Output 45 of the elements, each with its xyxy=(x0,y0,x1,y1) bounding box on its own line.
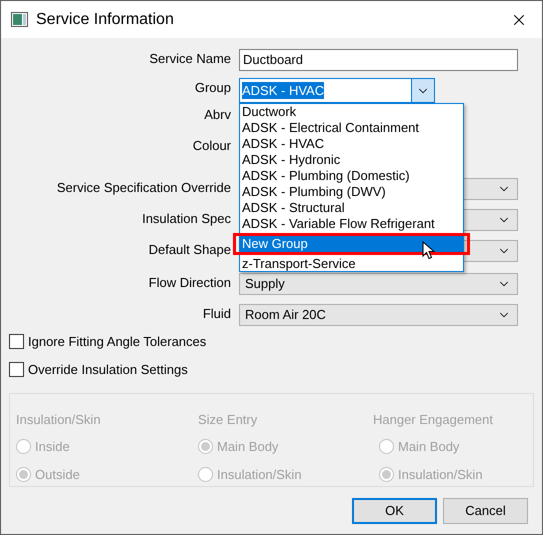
field-label: Fluid xyxy=(202,305,231,323)
radio-label: Main Body xyxy=(398,438,460,456)
field-label: Service Specification Override xyxy=(56,179,231,197)
group-title: Size Entry xyxy=(198,411,258,429)
field-value: Room Air 20C xyxy=(245,306,326,324)
field-label: Service Name xyxy=(149,50,231,68)
checkbox[interactable] xyxy=(9,334,24,350)
checkbox[interactable] xyxy=(9,362,24,377)
field-label: Colour xyxy=(192,137,231,155)
window-title: Service Information xyxy=(36,10,174,30)
radio-label: Main Body xyxy=(217,438,278,456)
dialog-button[interactable]: OK xyxy=(352,498,437,524)
field-label: Group xyxy=(194,79,231,97)
field-label: Insulation Spec xyxy=(142,210,231,228)
selected-value: ADSK - HVAC xyxy=(242,82,324,99)
radio-label: Outside xyxy=(35,466,80,484)
radio-label: Insulation/Skin xyxy=(398,466,483,484)
text-field[interactable]: Ductboard xyxy=(239,49,518,71)
field-value: Ductboard xyxy=(243,51,303,70)
group-title: Insulation/Skin xyxy=(16,411,102,429)
dropdown-item[interactable]: Ductwork xyxy=(240,104,463,120)
dropdown-item[interactable]: ADSK - Structural xyxy=(240,200,463,216)
field-value: Supply xyxy=(245,275,285,294)
field-label: Abrv xyxy=(204,106,231,124)
dropdown-field[interactable]: Supply xyxy=(239,273,518,295)
cursor-icon xyxy=(422,241,435,260)
field-label: Flow Direction xyxy=(148,274,231,292)
dropdown-item[interactable]: ADSK - Plumbing (DWV) xyxy=(240,184,463,200)
dropdown-item[interactable]: ADSK - Variable Flow Refrigerant xyxy=(240,216,463,232)
window-icon xyxy=(11,12,28,27)
radio-label: Inside xyxy=(35,438,70,456)
dropdown-item[interactable]: ADSK - Electrical Containment xyxy=(240,120,463,136)
dropdown-item[interactable]: z-Transport-Service xyxy=(240,256,463,271)
dropdown-field[interactable]: Room Air 20C xyxy=(239,304,518,326)
group-dropdown[interactable]: ADSK - HVAC xyxy=(239,78,435,103)
dropdown-item[interactable]: New Group xyxy=(240,236,463,252)
group-title: Hanger Engagement xyxy=(373,411,494,429)
field-label: Default Shape xyxy=(148,241,231,259)
dropdown-item[interactable]: ADSK - HVAC xyxy=(240,136,463,152)
dropdown-item[interactable]: ADSK - Hydronic xyxy=(240,152,463,168)
checkbox-label: Ignore Fitting Angle Tolerances xyxy=(28,333,206,351)
dialog-button[interactable]: Cancel xyxy=(443,498,528,524)
checkbox-label: Override Insulation Settings xyxy=(28,360,188,379)
dropdown-item[interactable]: ADSK - Plumbing (Domestic) xyxy=(240,168,463,184)
radio-label: Insulation/Skin xyxy=(217,466,302,484)
